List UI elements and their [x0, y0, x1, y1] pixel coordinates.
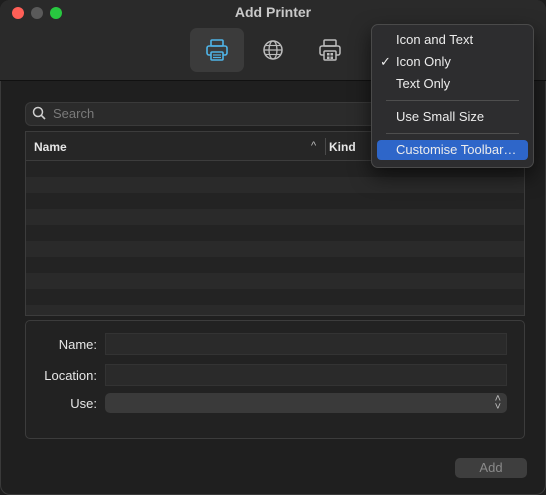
toolbar-windows-button[interactable] [303, 28, 357, 72]
table-row [26, 257, 524, 273]
menu-item-label: Use Small Size [396, 109, 485, 124]
column-header-kind[interactable]: Kind [329, 140, 356, 154]
updown-chevron-icon: ˄ ˅ [494, 393, 501, 413]
location-label: Location: [44, 368, 97, 383]
table-row [26, 289, 524, 305]
toolbar-ip-button[interactable] [246, 28, 300, 72]
menu-separator [386, 133, 519, 134]
name-field[interactable] [105, 333, 507, 355]
menu-item-label: Customise Toolbar… [396, 142, 517, 157]
printer-details-panel: Name: Location: Use: ˄ ˅ [25, 320, 525, 439]
table-row [26, 225, 524, 241]
menu-separator [386, 100, 519, 101]
menu-item-text-only[interactable]: Text Only [377, 74, 528, 94]
search-input[interactable]: Search [25, 102, 387, 126]
table-row [26, 241, 524, 257]
column-header-name[interactable]: Name [34, 140, 67, 154]
menu-item-label: Icon and Text [396, 32, 474, 47]
globe-icon [263, 40, 283, 60]
menu-item-icon-only[interactable]: ✓ Icon Only [377, 52, 528, 72]
menu-item-use-small-size[interactable]: Use Small Size [377, 107, 528, 127]
window-title: Add Printer [234, 4, 312, 20]
location-field[interactable] [105, 364, 507, 386]
menu-item-customise-toolbar[interactable]: Customise Toolbar… [377, 140, 528, 160]
table-body [26, 161, 524, 315]
search-icon [32, 106, 46, 120]
name-label: Name: [58, 337, 97, 352]
column-divider[interactable] [325, 138, 326, 155]
printer-icon [206, 39, 228, 61]
windows-printer-icon [319, 39, 341, 61]
toolbar-context-menu: Icon and Text ✓ Icon Only Text Only Use … [371, 24, 534, 168]
table-row [26, 177, 524, 193]
checkmark-icon: ✓ [380, 54, 391, 69]
sort-ascending-icon: ^ [311, 140, 317, 152]
table-row [26, 273, 524, 289]
table-row [26, 305, 524, 315]
menu-item-label: Text Only [396, 76, 451, 91]
use-label: Use: [70, 396, 97, 411]
add-printer-window: Add Printer Search Name ^ Kind Name: Loc… [0, 0, 546, 495]
menu-item-label: Icon Only [396, 54, 451, 69]
use-select[interactable]: ˄ ˅ [105, 393, 507, 413]
menu-item-icon-and-text[interactable]: Icon and Text [377, 30, 528, 50]
toolbar-default-printers-button[interactable] [190, 28, 244, 72]
table-row [26, 193, 524, 209]
table-row [26, 209, 524, 225]
search-placeholder: Search [53, 106, 95, 121]
add-button[interactable]: Add [455, 458, 527, 478]
